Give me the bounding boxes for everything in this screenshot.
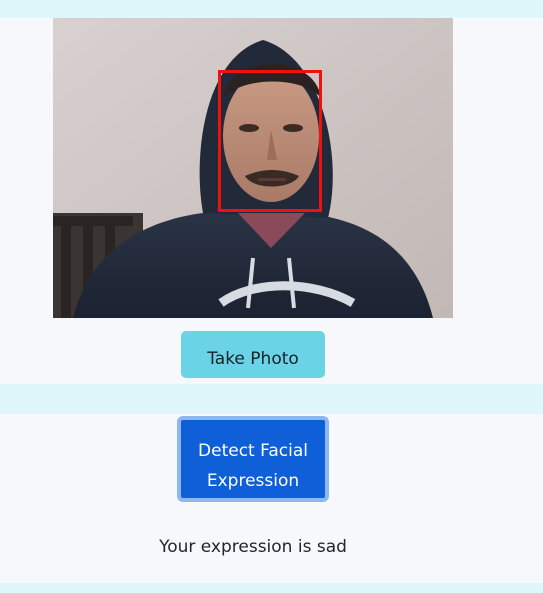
- take-photo-button[interactable]: Take Photo: [181, 331, 325, 378]
- bottom-band: [0, 583, 543, 593]
- detect-facial-expression-button[interactable]: Detect Facial Expression: [177, 416, 329, 502]
- webcam-preview: [53, 18, 453, 318]
- section-divider: [0, 384, 543, 414]
- webcam-image: [53, 18, 453, 318]
- expression-result: Your expression is sad: [159, 537, 347, 557]
- top-band: [0, 0, 543, 18]
